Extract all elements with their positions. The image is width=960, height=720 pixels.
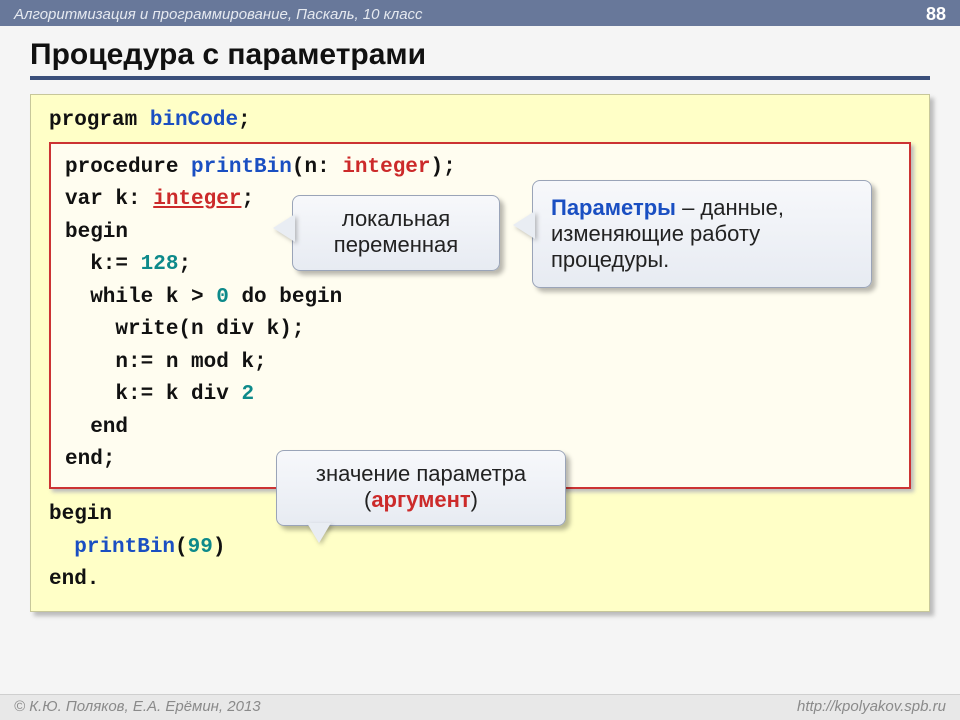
page-number: 88 bbox=[926, 4, 946, 25]
k128-pre: k:= bbox=[65, 253, 141, 276]
line-nmod: n:= n mod k; bbox=[65, 347, 895, 380]
callout-tail-icon bbox=[273, 214, 295, 242]
callout-params-bold: Параметры bbox=[551, 195, 676, 220]
content-area: program binCode; procedure printBin(n: i… bbox=[0, 80, 960, 612]
type-integer-2: integer bbox=[153, 188, 241, 211]
code-block-outer: program binCode; procedure printBin(n: i… bbox=[30, 94, 930, 612]
param-close: ); bbox=[431, 156, 456, 179]
callout-params: Параметры – данные, изменяющие работу пр… bbox=[532, 180, 872, 288]
var-post: ; bbox=[241, 188, 254, 211]
ident-bincode: binCode bbox=[150, 109, 238, 132]
callout-arg-post: ) bbox=[471, 487, 478, 512]
line-kdiv: k:= k div 2 bbox=[65, 379, 895, 412]
line-write: write(n div k); bbox=[65, 314, 895, 347]
line-call: printBin(99) bbox=[49, 532, 911, 565]
callout-argument: значение параметра (аргумент) bbox=[276, 450, 566, 526]
var-pre: k: bbox=[103, 188, 153, 211]
callout-tail-icon-2 bbox=[513, 211, 535, 239]
header-bar: Алгоритмизация и программирование, Паска… bbox=[0, 0, 960, 26]
line-program: program binCode; bbox=[49, 105, 911, 138]
call-arg: 99 bbox=[188, 536, 213, 559]
while-post: do begin bbox=[229, 286, 342, 309]
lit-2: 2 bbox=[241, 383, 254, 406]
call-name: printBin bbox=[74, 536, 175, 559]
param-open: (n: bbox=[292, 156, 342, 179]
while-pre: while k > bbox=[65, 286, 216, 309]
callout-tail-icon-3 bbox=[307, 523, 331, 543]
callout-arg-hi: аргумент bbox=[371, 487, 470, 512]
footer-url: http://kpolyakov.spb.ru bbox=[797, 698, 946, 720]
ident-printbin: printBin bbox=[191, 156, 292, 179]
call-close: ) bbox=[213, 536, 226, 559]
semicolon-1: ; bbox=[238, 109, 251, 132]
kw-begin-proc: begin bbox=[65, 221, 128, 244]
footer-credits: © К.Ю. Поляков, Е.А. Ерёмин, 2013 bbox=[14, 698, 261, 720]
line-end-inner: end bbox=[65, 412, 895, 445]
footer-bar: © К.Ю. Поляков, Е.А. Ерёмин, 2013 http:/… bbox=[0, 694, 960, 720]
kdiv-pre: k:= k div bbox=[65, 383, 241, 406]
lit-128: 128 bbox=[141, 253, 179, 276]
slide-title: Процедура с параметрами bbox=[30, 38, 930, 80]
call-open: ( bbox=[175, 536, 188, 559]
line-end-main: end. bbox=[49, 564, 911, 597]
callout-local-var: локальная переменная bbox=[292, 195, 500, 271]
kw-program: program bbox=[49, 109, 137, 132]
lit-0: 0 bbox=[216, 286, 229, 309]
callout-local-var-text: локальная переменная bbox=[334, 206, 458, 257]
kw-var: var bbox=[65, 188, 103, 211]
k128-post: ; bbox=[178, 253, 191, 276]
type-integer-1: integer bbox=[342, 156, 430, 179]
kw-procedure: procedure bbox=[65, 156, 178, 179]
course-title: Алгоритмизация и программирование, Паска… bbox=[14, 6, 423, 23]
